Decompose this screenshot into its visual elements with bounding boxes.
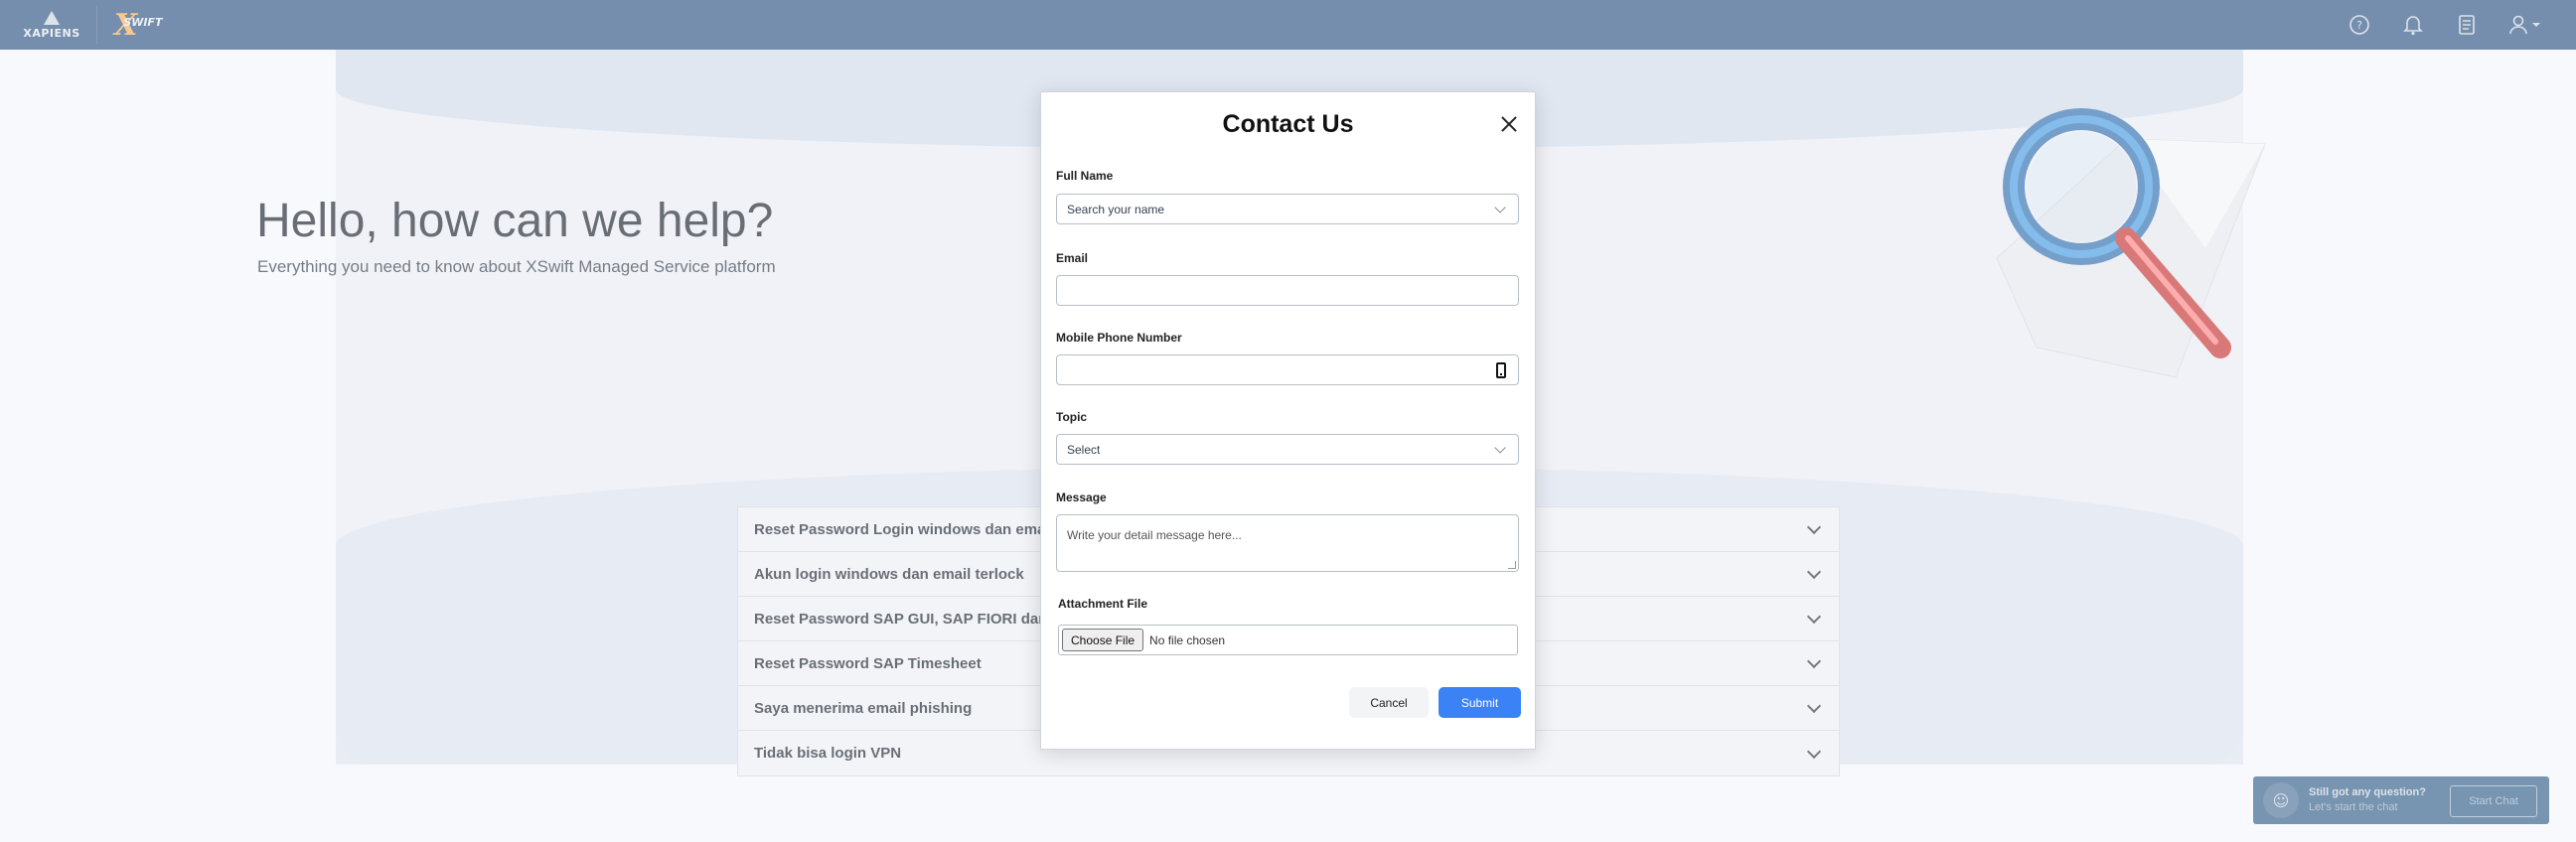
- full-name-placeholder: Search your name: [1067, 202, 1165, 216]
- resize-handle[interactable]: [1508, 561, 1516, 569]
- mobile-phone-icon: [1496, 362, 1506, 378]
- topic-label: Topic: [1056, 410, 1088, 424]
- message-label: Message: [1056, 491, 1107, 504]
- contact-us-modal: Contact Us Full Name Search your name Em…: [1040, 91, 1536, 750]
- topic-select[interactable]: Select: [1056, 434, 1519, 465]
- full-name-label: Full Name: [1056, 169, 1114, 183]
- attachment-file-input[interactable]: Choose File No file chosen: [1058, 625, 1518, 655]
- email-label: Email: [1056, 251, 1089, 265]
- attachment-label: Attachment File: [1058, 597, 1148, 611]
- cancel-button[interactable]: Cancel: [1349, 687, 1429, 718]
- choose-file-button[interactable]: Choose File: [1062, 629, 1144, 651]
- modal-title: Contact Us: [1222, 110, 1354, 138]
- message-placeholder: Write your detail message here...: [1067, 528, 1242, 542]
- full-name-select[interactable]: Search your name: [1056, 194, 1519, 224]
- chevron-down-icon: [1494, 202, 1506, 213]
- close-icon[interactable]: [1499, 114, 1519, 134]
- submit-button[interactable]: Submit: [1439, 687, 1521, 718]
- topic-selected-value: Select: [1067, 442, 1101, 457]
- email-field[interactable]: [1056, 275, 1519, 306]
- mobile-phone-field[interactable]: [1056, 354, 1519, 385]
- file-status-text: No file chosen: [1149, 632, 1226, 647]
- chevron-down-icon: [1494, 442, 1506, 454]
- message-textarea[interactable]: Write your detail message here...: [1056, 514, 1519, 572]
- mobile-phone-label: Mobile Phone Number: [1056, 331, 1182, 345]
